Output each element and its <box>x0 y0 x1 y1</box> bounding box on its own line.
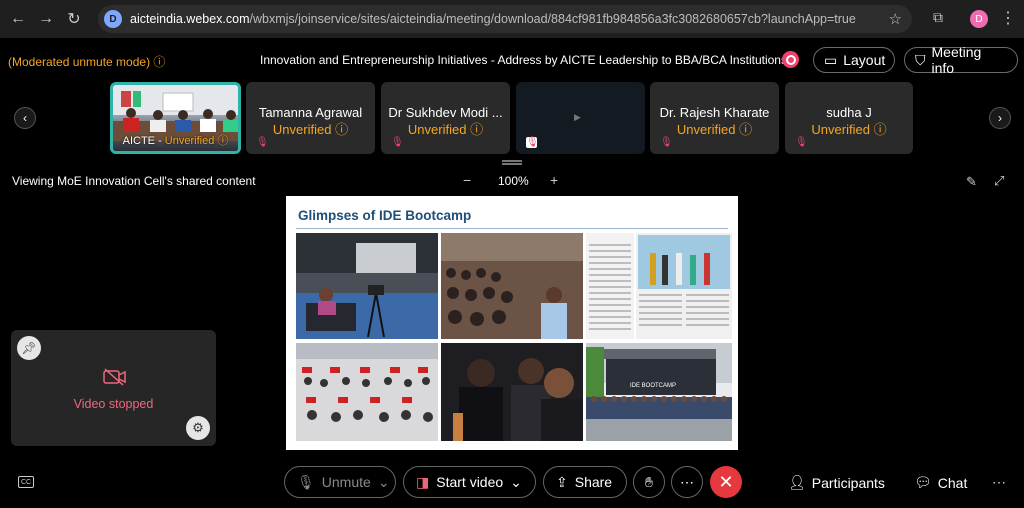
participant-tile-active[interactable]: AICTE - Unverified ⓘ <box>110 82 241 154</box>
video-stopped-label: Video stopped <box>73 397 154 411</box>
participant-status: Unverified ⓘ <box>676 122 753 137</box>
zoom-in-button[interactable]: + <box>550 172 558 188</box>
bootcamp-photo-3 <box>296 343 438 441</box>
leave-meeting-button[interactable]: ✕ <box>710 466 742 498</box>
zoom-level[interactable]: 100% <box>498 174 529 188</box>
browser-toolbar: ← → ↻ D aicteindia.webex.com/wbxmjs/join… <box>0 0 1024 38</box>
share-icon: ⇪ <box>556 473 568 490</box>
shared-slide: Glimpses of IDE Bootcamp IDE BOOTCAMP <box>286 196 738 450</box>
slide-divider <box>296 228 728 229</box>
more-panels-icon[interactable]: ⋯ <box>992 474 1006 491</box>
shield-icon: ⛉ <box>915 51 926 68</box>
self-view-panel: 📌︎ Video stopped ⚙ <box>11 330 216 446</box>
participant-label: AICTE - Unverified ⓘ <box>122 135 229 147</box>
meeting-title: Innovation and Entrepreneurship Initiati… <box>260 53 791 67</box>
hand-icon: ✋︎ <box>645 473 653 490</box>
bookmark-star-icon[interactable]: ☆ <box>889 10 902 28</box>
chat-icon: 💬︎ <box>914 474 932 490</box>
closed-captions-icon[interactable]: CC <box>18 476 34 488</box>
more-options-button[interactable]: ⋯ <box>671 466 703 498</box>
filmstrip-resize-handle[interactable] <box>502 160 522 165</box>
participant-status: Unverified ⓘ <box>272 122 349 137</box>
layout-icon: ▭ <box>824 51 838 68</box>
newspaper-photo <box>636 233 732 339</box>
close-icon: ✕ <box>718 471 734 492</box>
info-icon: ⓘ <box>217 135 229 147</box>
forward-arrow-icon[interactable]: → <box>32 5 60 33</box>
mic-muted-icon: 🎙︎ <box>256 137 269 148</box>
chevron-right-icon: › <box>998 111 1002 125</box>
gear-icon[interactable]: ⚙ <box>186 416 210 440</box>
chevron-down-icon: ⌄ <box>510 473 522 490</box>
start-video-button[interactable]: ◨ Start video ⌄ <box>403 466 536 498</box>
layout-button[interactable]: ▭ Layout <box>813 47 895 73</box>
url-text[interactable]: aicteindia.webex.com/wbxmjs/joinservice/… <box>130 12 856 26</box>
participant-name: Dr. Rajesh Kharate <box>659 105 770 120</box>
more-dots-icon: ⋯ <box>680 473 694 490</box>
info-icon: ⓘ <box>153 55 166 69</box>
meeting-info-button[interactable]: ⛉ Meeting info <box>904 44 1018 76</box>
slide-title: Glimpses of IDE Bootcamp <box>298 208 472 223</box>
participants-button[interactable]: 👤︎ Participants <box>788 474 885 491</box>
viewing-shared-content-label: Viewing MoE Innovation Cell's shared con… <box>12 174 256 188</box>
participant-tile[interactable]: Dr. Rajesh Kharate Unverified ⓘ 🎙︎ <box>650 82 779 154</box>
video-off-icon: ◨ <box>416 473 430 490</box>
participant-tile[interactable]: ▶ 🎙︎ <box>516 82 645 154</box>
banner-text: IDE BOOTCAMP <box>630 383 676 389</box>
raise-hand-button[interactable]: ✋︎ <box>633 466 665 498</box>
participant-tile[interactable]: Dr Sukhdev Modi ... Unverified ⓘ 🎙︎ <box>381 82 510 154</box>
chevron-down-icon: ⌄ <box>377 473 390 490</box>
info-icon: ⓘ <box>335 122 349 137</box>
participant-tile[interactable]: sudha J Unverified ⓘ 🎙︎ <box>785 82 913 154</box>
browser-menu-icon[interactable]: ⋮ <box>1000 8 1016 28</box>
mic-muted-icon: 🎙︎ <box>391 137 404 148</box>
profile-avatar[interactable]: D <box>970 10 988 28</box>
unmute-button[interactable]: 🎙︎ Unmute ⌄ <box>284 466 396 498</box>
address-bar[interactable]: D aicteindia.webex.com/wbxmjs/joinservic… <box>98 5 912 33</box>
recording-icon <box>782 51 799 68</box>
bootcamp-photo-4 <box>441 343 583 441</box>
bootcamp-group-photo: IDE BOOTCAMP <box>586 343 732 441</box>
reload-icon[interactable]: ↻ <box>60 5 88 33</box>
zoom-out-button[interactable]: − <box>463 172 471 188</box>
chat-button[interactable]: 💬︎ Chat <box>914 474 967 491</box>
newspaper-clipping <box>586 233 634 339</box>
info-icon: ⓘ <box>873 122 887 137</box>
mic-muted-icon: 🎙︎ <box>526 137 539 148</box>
mic-muted-icon: 🎙︎ <box>795 137 808 148</box>
bootcamp-photo-2 <box>441 233 583 339</box>
participant-tile[interactable]: Tamanna Agrawal Unverified ⓘ 🎙︎ <box>246 82 375 154</box>
back-arrow-icon[interactable]: ← <box>4 5 32 33</box>
annotate-icon[interactable]: ✎ <box>966 174 977 190</box>
mic-muted-icon: 🎙︎ <box>660 137 673 148</box>
fullscreen-icon[interactable]: ⤢ <box>994 173 1004 189</box>
filmstrip-prev-button[interactable]: ‹ <box>14 107 36 129</box>
bootcamp-photo-1 <box>296 233 438 339</box>
site-info-icon[interactable]: D <box>104 10 122 28</box>
person-icon: 👤︎ <box>788 474 806 490</box>
info-icon: ⓘ <box>739 122 753 137</box>
camera-icon: ▶ <box>574 112 581 122</box>
chevron-left-icon: ‹ <box>23 111 27 125</box>
mic-off-icon: 🎙︎ <box>297 473 315 490</box>
extensions-icon[interactable]: ⧉ <box>928 9 948 29</box>
filmstrip-next-button[interactable]: › <box>989 107 1011 129</box>
participant-name: Dr Sukhdev Modi ... <box>388 105 503 120</box>
video-off-icon <box>103 368 126 386</box>
info-icon: ⓘ <box>470 122 484 137</box>
participant-name: sudha J <box>826 105 872 120</box>
participant-status: Unverified ⓘ <box>407 122 484 137</box>
pin-icon[interactable]: 📌︎ <box>17 336 41 360</box>
moderated-mode-label[interactable]: (Moderated unmute mode) ⓘ <box>8 53 165 70</box>
participant-name: Tamanna Agrawal <box>258 105 363 120</box>
share-button[interactable]: ⇪ Share <box>543 466 627 498</box>
participant-status: Unverified ⓘ <box>811 122 887 137</box>
